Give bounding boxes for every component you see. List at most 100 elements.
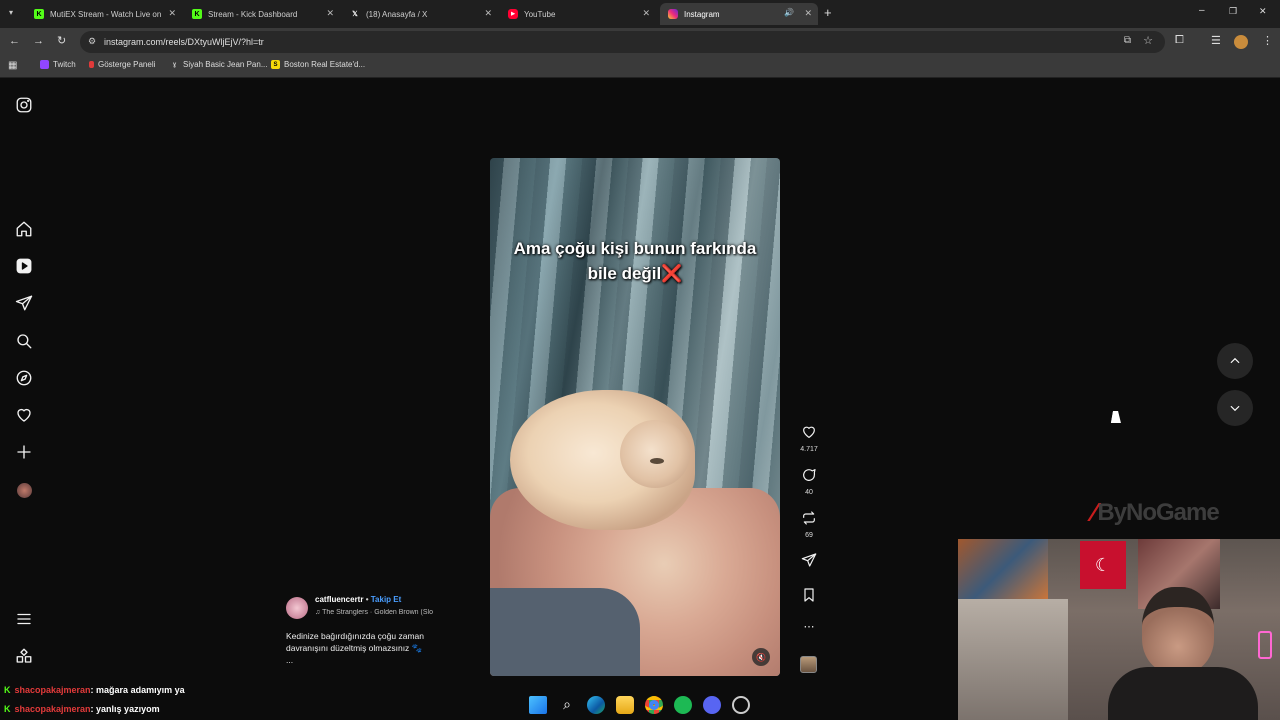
shelf bbox=[958, 599, 1068, 720]
back-icon[interactable]: ← bbox=[9, 35, 20, 47]
tab-instagram[interactable]: Instagram 🔊 ✕ bbox=[660, 3, 818, 25]
tab-title: Stream - Kick Dashboard bbox=[208, 9, 298, 19]
author-name[interactable]: catfluencertr bbox=[315, 595, 363, 604]
bookmark-twitch[interactable]: Twitch bbox=[40, 60, 76, 69]
music-label: The Stranglers · Golden Brown (Slo bbox=[322, 609, 433, 616]
tab-title: MutiEX Stream - Watch Live on bbox=[50, 9, 162, 19]
tab-title: YouTube bbox=[524, 9, 556, 19]
explore-icon[interactable] bbox=[15, 369, 33, 387]
bookmark-star-icon[interactable]: ☆ bbox=[1143, 34, 1153, 47]
bookmark-label: Twitch bbox=[53, 60, 76, 69]
mute-icon[interactable]: 🔇 bbox=[752, 648, 770, 666]
tab-title: Instagram bbox=[684, 9, 720, 19]
author-avatar[interactable] bbox=[286, 597, 308, 619]
also-from-meta-icon[interactable] bbox=[15, 647, 33, 665]
next-reel-button[interactable] bbox=[1217, 390, 1253, 426]
tab-x[interactable]: 𝕏 (18) Anasayfa / X ✕ bbox=[342, 3, 498, 25]
speaker-icon[interactable]: 🔊 bbox=[784, 8, 794, 17]
bookmark-icon bbox=[804, 588, 814, 602]
bookmark-boston[interactable]: S Boston Real Estate'd... bbox=[271, 60, 365, 69]
tab-youtube[interactable]: ▶ YouTube ✕ bbox=[500, 3, 656, 25]
save-button[interactable] bbox=[798, 587, 820, 608]
forward-icon[interactable]: → bbox=[33, 35, 44, 47]
like-count: 4.717 bbox=[800, 446, 818, 453]
wall-tapestry bbox=[958, 539, 1048, 599]
audio-thumbnail[interactable] bbox=[800, 656, 817, 673]
restore-button[interactable]: ❐ bbox=[1229, 6, 1237, 17]
chrome-icon[interactable] bbox=[645, 696, 663, 714]
tab-strip: ▾ K MutiEX Stream - Watch Live on ✕ K St… bbox=[0, 0, 1280, 28]
previous-reel-button[interactable] bbox=[1217, 343, 1253, 379]
close-icon[interactable]: ✕ bbox=[168, 8, 176, 19]
more-options-button[interactable]: ⋯ bbox=[798, 620, 820, 633]
s-icon: S bbox=[271, 60, 280, 69]
like-button[interactable]: 4.717 bbox=[798, 424, 820, 453]
instagram-logo-icon[interactable] bbox=[15, 96, 33, 114]
chat-line: Kshacopakajmeran: mağara adamıyım ya bbox=[4, 685, 185, 695]
address-bar[interactable]: ⚙ instagram.com/reels/DXtyuWljEjV/?hl=tr… bbox=[80, 31, 1165, 53]
tab-title: (18) Anasayfa / X bbox=[366, 9, 428, 19]
neon-light bbox=[1258, 631, 1272, 659]
spotify-icon[interactable] bbox=[674, 696, 692, 714]
bookmark-dashboard[interactable]: Gösterge Paneli bbox=[89, 60, 155, 69]
media-control-icon[interactable]: ☰ bbox=[1211, 34, 1221, 47]
kick-icon: K bbox=[4, 704, 11, 714]
url-text: instagram.com/reels/DXtyuWljEjV/?hl=tr bbox=[104, 37, 264, 47]
minimize-button[interactable]: – bbox=[1199, 5, 1205, 16]
chat-message: : mağara adamıyım ya bbox=[90, 685, 185, 695]
profile-avatar[interactable] bbox=[1234, 35, 1248, 49]
edge-icon[interactable] bbox=[587, 696, 605, 714]
tab-mutiex[interactable]: K MutiEX Stream - Watch Live on ✕ bbox=[26, 3, 182, 25]
video-text-overlay: Ama çoğu kişi bunun farkında bile değil❌ bbox=[490, 236, 780, 286]
caption-more[interactable]: ... bbox=[286, 654, 424, 666]
caption-line-2: davranışını düzeltmiş olmazsınız 🐾 bbox=[286, 643, 423, 653]
music-row[interactable]: ♫ The Stranglers · Golden Brown (Slo bbox=[315, 609, 455, 616]
notifications-heart-icon[interactable] bbox=[15, 406, 33, 424]
profile-avatar[interactable] bbox=[17, 483, 32, 498]
chat-message: : yanlış yazıyom bbox=[90, 704, 160, 714]
reel-video[interactable]: Ama çoğu kişi bunun farkında bile değil❌… bbox=[490, 158, 780, 676]
close-icon[interactable]: ✕ bbox=[484, 8, 492, 19]
search-icon[interactable]: ⌕ bbox=[558, 696, 576, 714]
file-explorer-icon[interactable] bbox=[616, 696, 634, 714]
home-icon[interactable] bbox=[15, 220, 33, 238]
apps-icon[interactable]: ▦ bbox=[8, 60, 17, 71]
bookmarks-bar: ▦ Twitch Gösterge Paneli ɣ Siyah Basic J… bbox=[0, 56, 1280, 78]
reels-icon[interactable] bbox=[15, 257, 33, 275]
shop-icon: ɣ bbox=[172, 61, 177, 68]
watermark-logo: ⁄ ByNoGame bbox=[1092, 497, 1220, 528]
install-icon[interactable]: ⧉ bbox=[1124, 35, 1131, 46]
repost-button[interactable]: 69 bbox=[798, 510, 820, 539]
menu-icon[interactable]: ⋮ bbox=[1262, 34, 1273, 47]
site-info-icon[interactable]: ⚙ bbox=[88, 36, 96, 47]
windows-start-icon[interactable] bbox=[529, 696, 547, 714]
comment-button[interactable]: 40 bbox=[798, 467, 820, 496]
extensions-icon[interactable]: ⧠ bbox=[1175, 34, 1184, 47]
close-icon[interactable]: ✕ bbox=[326, 8, 334, 19]
repost-count: 69 bbox=[805, 532, 813, 539]
kick-icon: K bbox=[192, 9, 202, 19]
app-icon[interactable] bbox=[732, 696, 750, 714]
close-icon[interactable]: ✕ bbox=[642, 8, 650, 19]
new-tab-button[interactable]: + bbox=[824, 5, 832, 20]
reload-icon[interactable]: ↻ bbox=[57, 34, 66, 47]
comment-count: 40 bbox=[805, 489, 813, 496]
tab-search-icon[interactable]: ▾ bbox=[9, 8, 13, 17]
heart-icon bbox=[803, 426, 815, 438]
bookmark-label: Gösterge Paneli bbox=[98, 60, 156, 69]
more-menu-icon[interactable] bbox=[15, 610, 33, 628]
share-button[interactable] bbox=[798, 552, 820, 573]
bookmark-jean[interactable]: ɣ Siyah Basic Jean Pan... bbox=[170, 60, 268, 69]
window-close-button[interactable]: ✕ bbox=[1259, 6, 1267, 17]
author-row: catfluencertr • Takip Et bbox=[315, 595, 401, 604]
search-icon[interactable] bbox=[15, 332, 33, 350]
discord-icon[interactable] bbox=[703, 696, 721, 714]
chat-line: Kshacopakajmeran: yanlış yazıyom bbox=[4, 704, 160, 714]
create-plus-icon[interactable] bbox=[15, 443, 33, 461]
chat-overlay: Kshacopakajmeran: mağara adamıyım ya Ksh… bbox=[0, 684, 470, 720]
close-icon[interactable]: ✕ bbox=[804, 8, 812, 19]
instagram-icon bbox=[668, 9, 678, 19]
tab-kick-dashboard[interactable]: K Stream - Kick Dashboard ✕ bbox=[184, 3, 340, 25]
messages-icon[interactable] bbox=[15, 294, 33, 312]
follow-button[interactable]: Takip Et bbox=[371, 595, 402, 604]
